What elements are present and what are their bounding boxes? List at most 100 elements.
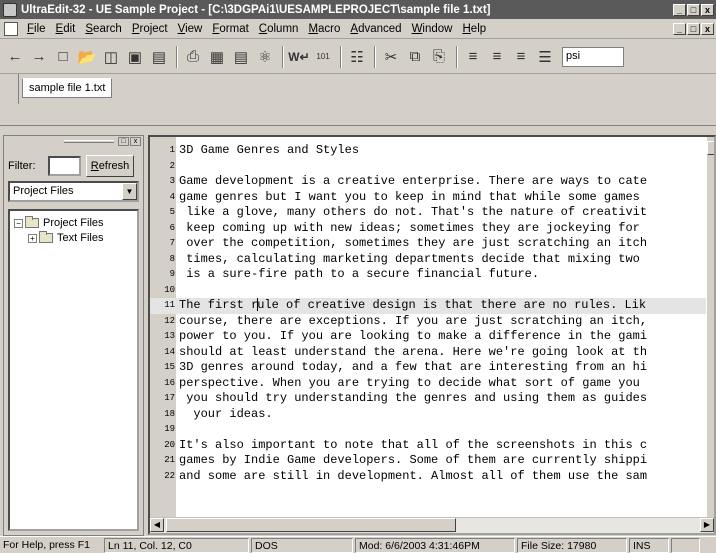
paste-icon[interactable]: ⎘ — [428, 46, 450, 68]
minimize-button[interactable]: _ — [673, 3, 686, 16]
menu-project[interactable]: Project — [127, 23, 173, 35]
menu-macro[interactable]: Macro — [303, 23, 345, 35]
editor-line[interactable]: 21 games by Indie Game developers. Some o… — [150, 453, 706, 469]
editor-line[interactable]: 2 — [150, 159, 706, 175]
menu-advanced[interactable]: Advanced — [345, 23, 406, 35]
menu-column[interactable]: Column — [254, 23, 304, 35]
font-combo[interactable]: psi — [562, 46, 624, 67]
close-button[interactable]: x — [701, 3, 714, 16]
forward-arrow-icon[interactable]: → — [28, 46, 50, 68]
scroll-left-icon[interactable]: ◀ — [150, 518, 164, 532]
menu-help[interactable]: Help — [457, 23, 491, 35]
line-text[interactable]: perspective. When you are trying to deci… — [177, 376, 640, 392]
menu-window[interactable]: Window — [407, 23, 458, 35]
copy-icon[interactable]: ⧉ — [404, 46, 426, 68]
print-preview-icon[interactable]: ▦ — [206, 46, 228, 68]
tab-sample-file-1[interactable]: sample file 1.txt — [22, 78, 113, 98]
line-text[interactable]: over the competition, sometimes they are… — [177, 236, 647, 252]
editor-line[interactable]: 15 3D genres around today, and a few that… — [150, 360, 706, 376]
doc-close-button[interactable]: x — [701, 22, 714, 35]
open-file-icon[interactable]: ◫ — [100, 46, 122, 68]
line-text[interactable]: course, there are exceptions. If you are… — [177, 314, 647, 330]
hex-edit-icon[interactable]: 101 — [312, 46, 334, 68]
filter-input[interactable] — [48, 156, 81, 176]
editor-line[interactable]: 12 course, there are exceptions. If you a… — [150, 314, 706, 330]
print-icon[interactable]: ⎙ — [182, 46, 204, 68]
doc-minimize-button[interactable]: _ — [673, 22, 686, 35]
line-text[interactable]: 3D genres around today, and a few that a… — [177, 360, 647, 376]
editor-line[interactable]: 20 It's also important to note that all o… — [150, 438, 706, 454]
editor-line[interactable]: 11 The first rule of creative design is t… — [150, 298, 706, 314]
editor-line[interactable]: 17 you should try understanding the genr… — [150, 391, 706, 407]
line-text[interactable]: times, calculating marketing departments… — [177, 252, 640, 268]
back-arrow-icon[interactable]: ← — [4, 46, 26, 68]
horizontal-scroll-thumb[interactable] — [166, 518, 456, 532]
save-icon[interactable]: ▣ — [124, 46, 146, 68]
line-text[interactable]: 3D Game Genres and Styles — [177, 143, 359, 159]
cut-icon[interactable]: ✂ — [380, 46, 402, 68]
column-mode-icon[interactable]: ☷ — [346, 46, 368, 68]
menu-view[interactable]: View — [173, 23, 208, 35]
editor-line[interactable]: 10 — [150, 283, 706, 299]
line-text[interactable]: power to you. If you are looking to make… — [177, 329, 647, 345]
menu-search[interactable]: Search — [80, 23, 126, 35]
editor-pane[interactable]: 1 3D Game Genres and Styles 2 3 Game develop… — [148, 135, 716, 535]
scroll-thumb[interactable] — [707, 141, 714, 155]
line-text[interactable] — [177, 422, 179, 438]
line-text[interactable]: is a sure-fire path to a secure financia… — [177, 267, 539, 283]
editor-lines[interactable]: 1 3D Game Genres and Styles 2 3 Game develop… — [150, 143, 706, 484]
line-text[interactable] — [177, 283, 179, 299]
editor-line[interactable]: 5 like a glove, many others do not. That… — [150, 205, 706, 221]
line-text[interactable]: The first rule of creative design is tha… — [177, 298, 646, 314]
word-wrap-icon[interactable]: W↵ — [288, 46, 310, 68]
horizontal-scrollbar[interactable]: ◀ ▶ — [150, 517, 714, 533]
line-text[interactable]: It's also important to note that all of … — [177, 438, 647, 454]
tree-item-text-files[interactable]: + Text Files — [28, 231, 103, 244]
editor-line[interactable]: 13 power to you. If you are looking to ma… — [150, 329, 706, 345]
vertical-scrollbar[interactable] — [706, 137, 714, 517]
open-folder-icon[interactable]: 📂 — [76, 46, 98, 68]
doc-restore-button[interactable]: □ — [687, 22, 700, 35]
find-icon[interactable]: ⚛ — [254, 46, 276, 68]
save-all-icon[interactable]: ▤ — [148, 46, 170, 68]
panel-grip[interactable] — [64, 140, 114, 143]
chevron-down-icon[interactable]: ▼ — [122, 183, 137, 200]
justify-icon[interactable]: ☰ — [534, 46, 556, 68]
menu-file[interactable]: File — [22, 23, 51, 35]
document-icon[interactable] — [4, 21, 18, 36]
menu-format[interactable]: Format — [207, 23, 253, 35]
app-icon[interactable] — [3, 2, 17, 17]
editor-line[interactable]: 3 Game development is a creative enterpri… — [150, 174, 706, 190]
editor-line[interactable]: 1 3D Game Genres and Styles — [150, 143, 706, 159]
editor-line[interactable]: 7 over the competition, sometimes they a… — [150, 236, 706, 252]
editor-line[interactable]: 14 should at least understand the arena. … — [150, 345, 706, 361]
editor-line[interactable]: 18 your ideas. — [150, 407, 706, 423]
align-right-icon[interactable]: ≡ — [510, 46, 532, 68]
maximize-button[interactable]: □ — [687, 3, 700, 16]
refresh-button[interactable]: Refresh — [86, 155, 134, 177]
align-center-icon[interactable]: ≡ — [486, 46, 508, 68]
line-text[interactable]: like a glove, many others do not. That's… — [177, 205, 647, 221]
line-text[interactable]: games by Indie Game developers. Some of … — [177, 453, 647, 469]
tree-item-project-files[interactable]: − Project Files — [14, 216, 104, 229]
line-text[interactable]: Game development is a creative enterpris… — [177, 174, 647, 190]
align-left-icon[interactable]: ≡ — [462, 46, 484, 68]
print-setup-icon[interactable]: ▤ — [230, 46, 252, 68]
editor-line[interactable]: 22 and some are still in development. Alm… — [150, 469, 706, 485]
editor-line[interactable]: 9 is a sure-fire path to a secure financ… — [150, 267, 706, 283]
line-text[interactable] — [177, 159, 179, 175]
line-text[interactable]: your ideas. — [177, 407, 272, 423]
editor-line[interactable]: 19 — [150, 422, 706, 438]
project-select[interactable]: Project Files ▼ — [8, 181, 139, 202]
editor-line[interactable]: 8 times, calculating marketing departmen… — [150, 252, 706, 268]
new-file-icon[interactable]: □ — [52, 46, 74, 68]
collapse-icon[interactable]: − — [14, 218, 23, 228]
scroll-right-icon[interactable]: ▶ — [700, 518, 714, 532]
line-text[interactable]: and some are still in development. Almos… — [177, 469, 647, 485]
line-text[interactable]: you should try understanding the genres … — [177, 391, 647, 407]
expand-icon[interactable]: + — [28, 233, 37, 243]
panel-restore-button[interactable]: □ — [118, 137, 129, 146]
menu-edit[interactable]: Edit — [51, 23, 81, 35]
editor-line[interactable]: 4 game genres but I want you to keep in m… — [150, 190, 706, 206]
line-text[interactable]: should at least understand the arena. He… — [177, 345, 647, 361]
